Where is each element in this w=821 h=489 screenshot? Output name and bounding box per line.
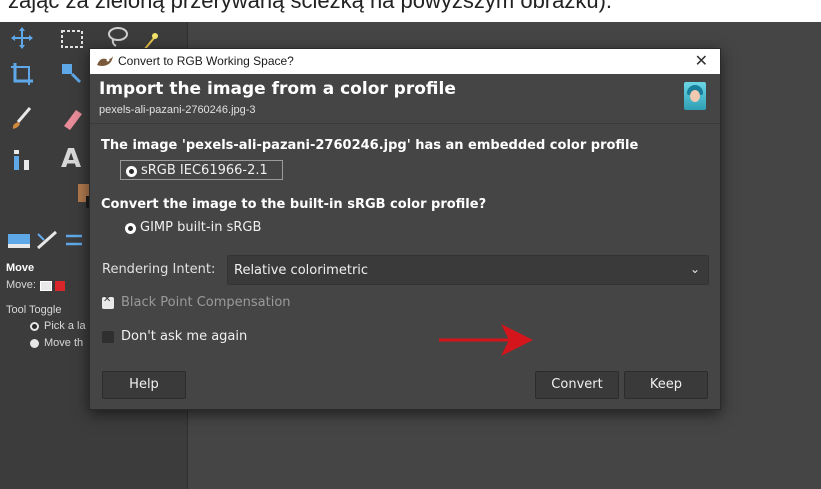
dont-ask-checkbox[interactable]: Don't ask me again <box>102 328 282 348</box>
keep-button[interactable]: Keep <box>624 371 708 399</box>
convert-button[interactable]: Convert <box>535 371 619 399</box>
builtin-profile-label: GIMP built-in sRGB <box>140 220 262 235</box>
annotation-arrow-icon <box>439 324 533 356</box>
gimp-wilber-icon <box>97 56 113 66</box>
help-button[interactable]: Help <box>102 371 186 399</box>
text-tool-icon[interactable]: A <box>58 142 86 174</box>
crop-icon[interactable] <box>8 60 36 88</box>
embedded-profile-label: sRGB IEC61966-2.1 <box>141 163 268 178</box>
rendering-intent-label: Rendering Intent: <box>102 262 216 277</box>
move-selection-toggle[interactable] <box>55 281 65 291</box>
caption-text: zając za zieloną przerywaną ścieżką na p… <box>8 0 613 13</box>
dialog-heading: Import the image from a color profile <box>99 79 456 99</box>
tool-options-title: Move <box>6 262 35 274</box>
lasso-icon[interactable] <box>104 22 132 50</box>
dialog-subheading: pexels-ali-pazani-2760246.jpg-3 <box>99 104 256 116</box>
rendering-intent-select[interactable]: Relative colorimetric ⌄ <box>227 255 709 285</box>
paths-tab-icon[interactable] <box>34 226 62 254</box>
radio-dot <box>126 166 137 177</box>
panel-tab-icons[interactable] <box>6 226 34 254</box>
checkbox-checked <box>102 294 114 309</box>
transform-icon[interactable] <box>58 60 86 88</box>
svg-text:A: A <box>61 144 81 170</box>
black-point-checkbox[interactable]: Black Point Compensation <box>102 294 332 314</box>
rect-select-icon[interactable] <box>58 26 86 54</box>
close-icon[interactable]: ✕ <box>695 51 708 70</box>
header-divider <box>90 123 720 124</box>
builtin-profile-radio[interactable]: GIMP built-in sRGB <box>120 218 300 238</box>
move-active-radio[interactable] <box>30 339 39 348</box>
dialog-titlebar: Convert to RGB Working Space? ✕ <box>90 49 720 74</box>
article-caption: zając za zieloną przerywaną ścieżką na p… <box>0 0 821 22</box>
dialog-header: Import the image from a color profile pe… <box>90 74 720 122</box>
pick-layer-label: Pick a la <box>44 320 86 332</box>
move-active-label: Move th <box>44 337 84 349</box>
rendering-intent-value: Relative colorimetric <box>234 263 369 278</box>
undo-tab-icon[interactable] <box>60 226 88 254</box>
eraser-icon[interactable] <box>58 104 86 132</box>
convert-dialog: Convert to RGB Working Space? ✕ Import t… <box>89 48 721 410</box>
checkbox-unchecked <box>102 331 114 343</box>
convert-question: Convert the image to the built-in sRGB c… <box>101 197 487 212</box>
chevron-down-icon: ⌄ <box>689 262 700 276</box>
dont-ask-label: Don't ask me again <box>121 329 248 344</box>
paintbrush-icon[interactable] <box>8 104 36 132</box>
embedded-profile-radio[interactable]: sRGB IEC61966-2.1 <box>120 160 283 180</box>
tool-toggle-label: Tool Toggle <box>6 304 62 316</box>
move-layer-toggle[interactable] <box>40 281 52 291</box>
black-point-label: Black Point Compensation <box>121 295 291 310</box>
move-tool-icon[interactable] <box>8 24 36 52</box>
embedded-profile-text: The image 'pexels-ali-pazani-2760246.jpg… <box>101 138 639 153</box>
radio-dot <box>125 223 136 234</box>
dialog-window-title: Convert to RGB Working Space? <box>118 54 294 68</box>
move-mode-label: Move: <box>6 279 36 291</box>
pick-layer-radio[interactable] <box>30 322 39 331</box>
user-avatar-icon <box>684 82 706 110</box>
clone-tool-icon[interactable] <box>8 146 36 174</box>
